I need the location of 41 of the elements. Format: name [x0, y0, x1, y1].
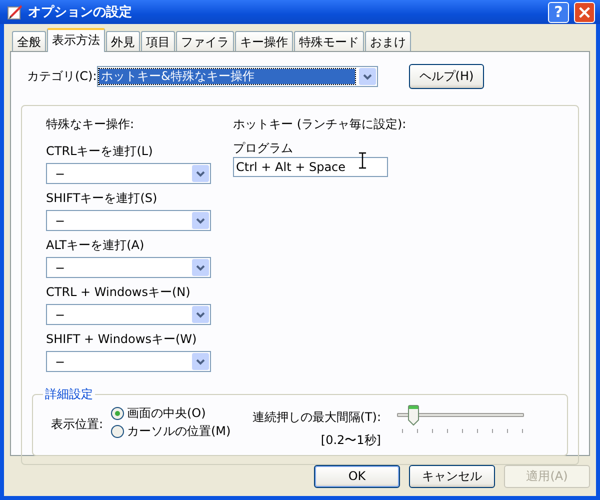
- radio-option[interactable]: 画面の中央(O): [111, 405, 251, 422]
- dialog-button[interactable]: キャンセル: [409, 464, 495, 488]
- category-value: ホットキー&特殊なキー操作: [99, 69, 355, 84]
- tab[interactable]: キー操作: [235, 31, 293, 51]
- field-label: SHIFTキーを連打(S): [46, 190, 158, 207]
- key-dropdown[interactable]: −: [46, 210, 211, 231]
- key-dropdown[interactable]: −: [46, 257, 211, 278]
- field-label: ALTキーを連打(A): [46, 237, 146, 254]
- window-title: オプションの設定: [28, 4, 133, 21]
- tab[interactable]: 特殊モード: [294, 31, 364, 51]
- section-heading: 特殊なキー操作:: [46, 116, 136, 133]
- section-heading: ホットキー (ランチャ毎に設定):: [233, 116, 406, 133]
- close-button[interactable]: [574, 2, 595, 22]
- help-button[interactable]: ?: [548, 2, 569, 22]
- slider-thumb[interactable]: [408, 405, 419, 426]
- interval-range: [0.2〜1秒]: [320, 432, 381, 449]
- interval-label: 連続押しの最大間隔(T):: [252, 409, 381, 426]
- key-dropdown[interactable]: −: [46, 351, 211, 372]
- key-dropdown[interactable]: −: [46, 304, 211, 325]
- field-label: SHIFT + Windowsキー(W): [46, 331, 198, 348]
- text-cursor-icon: [358, 152, 367, 169]
- field-label: プログラム: [233, 140, 294, 157]
- close-icon: [578, 6, 591, 18]
- radio-option[interactable]: カーソルの位置(M): [111, 423, 251, 440]
- app-icon: [7, 4, 23, 20]
- tab[interactable]: ファイラ: [176, 31, 234, 51]
- position-label: 表示位置:: [51, 416, 104, 433]
- key-dropdown[interactable]: −: [46, 163, 211, 184]
- dialog-button[interactable]: OK: [314, 464, 400, 488]
- tab[interactable]: 表示方法: [47, 28, 105, 52]
- group-legend: 詳細設定: [43, 386, 95, 403]
- category-dropdown[interactable]: ホットキー&特殊なキー操作: [97, 66, 378, 87]
- help-button[interactable]: ヘルプ(H): [409, 64, 484, 89]
- tab[interactable]: 項目: [141, 31, 175, 51]
- tab[interactable]: 外見: [106, 31, 140, 51]
- field-label: CTRLキーを連打(L): [46, 143, 154, 160]
- tab[interactable]: 全般: [12, 31, 46, 51]
- hotkey-field[interactable]: Ctrl + Alt + Space: [233, 157, 388, 177]
- category-label: カテゴリ(C):: [27, 68, 97, 85]
- field-label: CTRL + Windowsキー(N): [46, 284, 192, 301]
- tab[interactable]: おまけ: [365, 31, 411, 51]
